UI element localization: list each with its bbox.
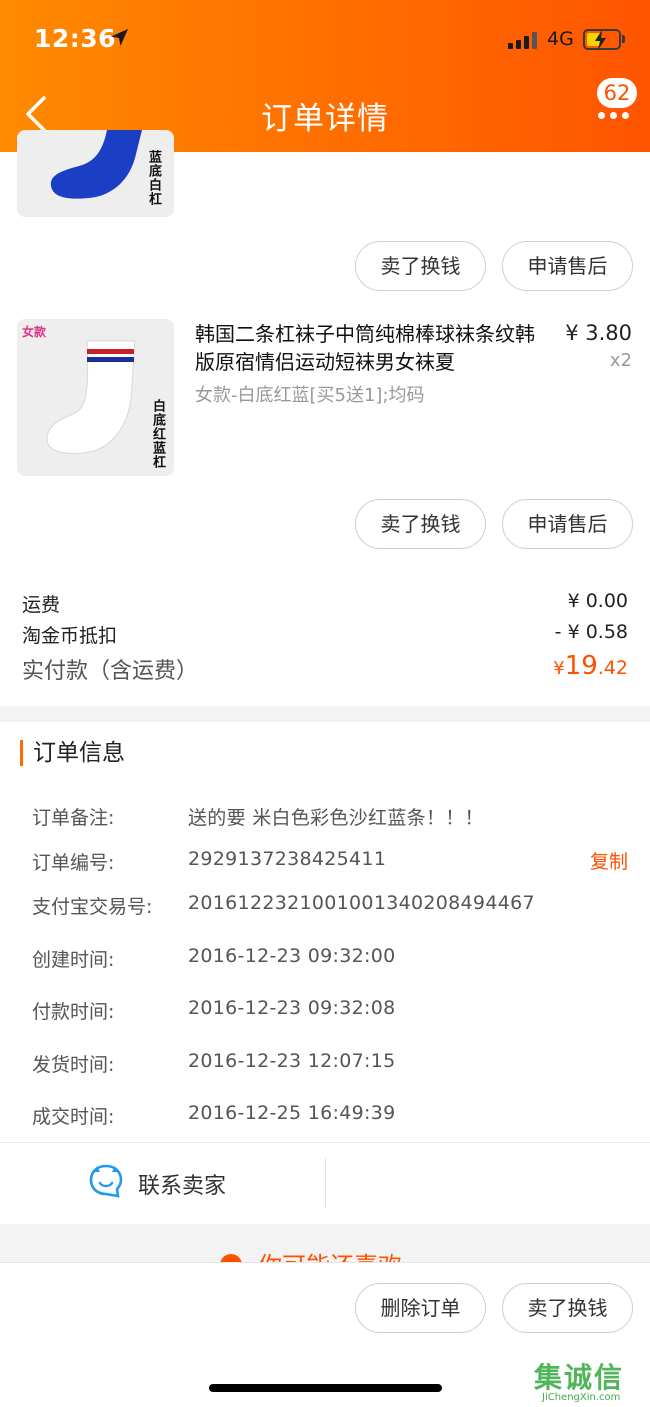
coin-discount-label: 淘金币抵扣: [22, 625, 118, 647]
alipay-trade-label: 支付宝交易号:: [32, 896, 153, 918]
total-currency: ¥: [553, 658, 565, 679]
watermark-text: 集诚信: [534, 1361, 625, 1394]
deal-time-value: 2016-12-25 16:49:39: [188, 1102, 396, 1124]
home-indicator[interactable]: [209, 1384, 442, 1392]
remark-value: 送的要 米白色彩色沙红蓝条！！！: [188, 807, 484, 829]
product-quantity: x2: [609, 350, 632, 371]
order-number-value: 2929137238425411: [188, 848, 387, 870]
sell-for-cash-button[interactable]: 卖了换钱: [502, 1283, 633, 1333]
signal-icon: [508, 31, 540, 49]
paid-time-label: 付款时间:: [32, 1001, 115, 1023]
created-time-label: 创建时间:: [32, 949, 115, 971]
location-arrow-icon: [111, 29, 128, 46]
product-sku: 女款-白底红蓝[买5送1];均码: [195, 385, 425, 406]
deal-time-label: 成交时间:: [32, 1106, 115, 1128]
total-decimal: .42: [597, 657, 628, 679]
after-sale-button[interactable]: 申请售后: [502, 241, 633, 291]
total-integer: 19: [564, 651, 598, 681]
battery-tip: [622, 35, 625, 43]
divider: [0, 1142, 650, 1143]
order-number-label: 订单编号:: [32, 852, 115, 874]
watermark-url: JiChengXin.com: [542, 1392, 621, 1403]
section-divider: [0, 706, 650, 722]
sell-for-cash-button[interactable]: 卖了换钱: [355, 499, 486, 549]
more-dots-icon: [598, 112, 630, 120]
product-thumbnail[interactable]: 女款 白底红蓝杠: [17, 319, 174, 476]
divider: [325, 1158, 326, 1208]
product-price: ¥ 3.80: [565, 321, 632, 345]
contact-seller-label: 联系卖家: [138, 1174, 227, 1199]
product-title[interactable]: 韩国二条杠袜子中筒纯棉棒球袜条纹韩版原宿情侣运动短袜男女袜夏: [195, 320, 540, 376]
shipped-time-label: 发货时间:: [32, 1054, 115, 1076]
thumb-caption: 蓝底白杠: [146, 150, 161, 206]
alipay-trade-value: 2016122321001001340208494467: [188, 892, 535, 914]
status-time: 12:36: [34, 24, 117, 53]
thumb-caption: 白底红蓝杠: [150, 399, 165, 469]
after-sale-button[interactable]: 申请售后: [502, 499, 633, 549]
message-badge: 62: [597, 78, 637, 108]
product-thumbnail[interactable]: 蓝底白杠: [17, 130, 174, 217]
paid-time-value: 2016-12-23 09:32:08: [188, 997, 396, 1019]
coin-discount-row: 淘金币抵扣 - ¥ 0.58: [22, 621, 628, 648]
copy-button[interactable]: 复制: [590, 847, 628, 874]
watermark-logo: 集诚信 JiChengXin.com: [534, 1356, 646, 1406]
order-info-title: 订单信息: [20, 740, 125, 766]
shipped-time-value: 2016-12-23 12:07:15: [188, 1050, 396, 1072]
network-type: 4G: [547, 28, 574, 50]
remark-label: 订单备注:: [32, 807, 115, 829]
created-time-value: 2016-12-23 09:32:00: [188, 945, 396, 967]
delete-order-button[interactable]: 删除订单: [355, 1283, 486, 1333]
coin-discount-value: - ¥ 0.58: [554, 621, 628, 643]
shipping-value: ¥ 0.00: [567, 590, 628, 612]
total-row: 实付款（含运费） ¥19.42: [22, 651, 628, 685]
sell-for-cash-button[interactable]: 卖了换钱: [355, 241, 486, 291]
total-amount: ¥19.42: [553, 651, 628, 681]
chat-bubble-icon: [89, 1164, 123, 1198]
shipping-label: 运费: [22, 594, 61, 616]
charging-bolt-icon: [595, 30, 606, 50]
total-label: 实付款（含运费）: [22, 659, 199, 684]
shipping-row: 运费 ¥ 0.00: [22, 590, 628, 617]
